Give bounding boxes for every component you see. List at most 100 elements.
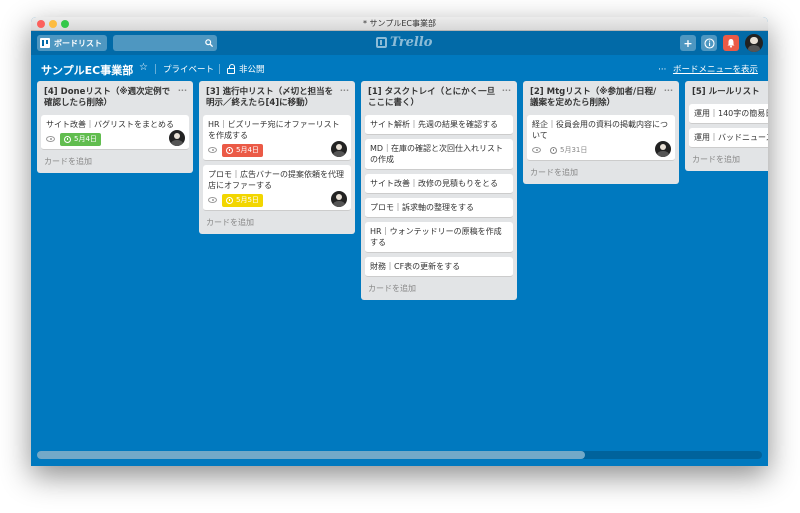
card-title: MD｜在庫の確認と次回仕入れリストの作成 [370, 144, 504, 164]
member-avatar[interactable] [331, 191, 347, 207]
more-icon: ··· [658, 65, 667, 75]
notifications-button[interactable] [723, 35, 739, 51]
list-header[interactable]: [2] Mtgリスト（※参加者/日程/議案を定めたら削除） ··· [527, 85, 675, 111]
clock-icon [226, 146, 233, 154]
due-date-badge[interactable]: 5月31日 [546, 144, 591, 157]
search-icon[interactable] [205, 39, 213, 47]
card[interactable]: サイト解析｜先週の結果を確認する [365, 115, 513, 135]
add-card-button[interactable]: カードを追加 [365, 277, 513, 297]
due-date-text: 5月4日 [236, 145, 259, 154]
list-menu-icon[interactable]: ··· [664, 85, 673, 96]
card-title: 運用｜140字の簡易日報を作成する [694, 109, 768, 118]
horizontal-scrollbar[interactable] [37, 451, 762, 459]
user-avatar[interactable] [745, 34, 763, 52]
card-title: HR｜ウォンテッドリーの原稿を作成する [370, 227, 502, 247]
clock-icon [64, 135, 71, 143]
lock-icon [227, 63, 235, 74]
info-button[interactable] [701, 35, 717, 51]
due-date-badge[interactable]: 5月5日 [222, 193, 263, 207]
team-visibility-button[interactable]: プライベート [163, 63, 214, 75]
card[interactable]: プロモ｜訴求軸の整理をする [365, 198, 513, 218]
card-badges: 5月31日 [532, 144, 670, 156]
list-header[interactable]: [4] Doneリスト（※週次定例で確認したら削除） ··· [41, 85, 189, 111]
card[interactable]: サイト改善｜バグリストをまとめる 5月4日 [41, 115, 189, 150]
trello-logo-icon [376, 37, 387, 48]
card[interactable]: HR｜ウォンテッドリーの原稿を作成する [365, 222, 513, 253]
list: [3] 進行中リスト（〆切と担当を明示／終えたら[4]に移動） ··· HR｜ビ… [199, 81, 355, 234]
list-title[interactable]: [1] タスクトレイ（とにかく一旦ここに書く） [368, 87, 495, 108]
add-card-button[interactable]: カードを追加 [689, 148, 768, 168]
card-title: 財務｜CF表の更新をする [370, 262, 461, 271]
list: [2] Mtgリスト（※参加者/日程/議案を定めたら削除） ··· 経企｜役員会… [523, 81, 679, 184]
list-header[interactable]: [1] タスクトレイ（とにかく一旦ここに書く） ··· [365, 85, 513, 111]
due-date-text: 5月5日 [236, 195, 259, 204]
divider [155, 64, 156, 74]
card-title: 運用｜バッドニュースは即共有する [694, 133, 768, 142]
card-badges: 5月4日 [208, 143, 346, 157]
card-title: プロモ｜訴求軸の整理をする [370, 203, 474, 212]
window-title: * サンプルEC事業部 [363, 19, 436, 28]
card[interactable]: プロモ｜広告バナーの提案依頼を代理店にオファーする 5月5日 [203, 165, 351, 211]
watch-icon [208, 147, 217, 153]
list-header[interactable]: [5] ルールリスト [689, 85, 768, 100]
card-title: サイト改善｜改修の見積もりをとる [370, 179, 498, 188]
boards-icon [40, 38, 50, 48]
card[interactable]: 運用｜140字の簡易日報を作成する [689, 104, 768, 124]
card[interactable]: 運用｜バッドニュースは即共有する [689, 128, 768, 148]
board-header: サンプルEC事業部 ☆ プライベート 非公開 ··· ボードメニューを表示 [31, 55, 768, 81]
search-input[interactable] [113, 35, 217, 51]
list: [1] タスクトレイ（とにかく一旦ここに書く） ··· サイト解析｜先週の結果を… [361, 81, 517, 300]
star-icon[interactable]: ☆ [139, 62, 148, 73]
card[interactable]: 財務｜CF表の更新をする [365, 257, 513, 277]
add-button[interactable]: + [680, 35, 696, 51]
card[interactable]: 経企｜役員会用の資料の掲載内容について 5月31日 [527, 115, 675, 161]
card[interactable]: MD｜在庫の確認と次回仕入れリストの作成 [365, 139, 513, 170]
board-title[interactable]: サンプルEC事業部 [41, 62, 133, 78]
card-title: プロモ｜広告バナーの提案依頼を代理店にオファーする [208, 170, 344, 190]
clock-icon [226, 196, 233, 204]
show-menu-button[interactable]: ··· ボードメニューを表示 [658, 63, 758, 75]
member-avatar[interactable] [169, 130, 185, 146]
member-avatar[interactable] [331, 141, 347, 157]
trello-logo[interactable]: Trello [376, 35, 432, 50]
card[interactable]: HR｜ビズリーチ宛にオファーリストを作成する 5月4日 [203, 115, 351, 161]
list: [4] Doneリスト（※週次定例で確認したら削除） ··· サイト改善｜バグリ… [37, 81, 193, 173]
card[interactable]: サイト改善｜改修の見積もりをとる [365, 174, 513, 194]
due-date-badge[interactable]: 5月4日 [222, 143, 263, 157]
watch-icon [208, 197, 217, 203]
add-card-button[interactable]: カードを追加 [203, 211, 351, 231]
app-window: * サンプルEC事業部 ボードリスト Trello + サンプルEC事業部 ☆ … [31, 17, 768, 466]
boards-button-label: ボードリスト [54, 38, 102, 48]
due-date-text: 5月31日 [560, 145, 588, 154]
card-title: 経企｜役員会用の資料の掲載内容について [532, 120, 668, 140]
scrollbar-thumb[interactable] [37, 451, 585, 459]
card-badges: 5月5日 [208, 193, 346, 207]
title-bar: * サンプルEC事業部 [31, 17, 768, 31]
visibility-label: 非公開 [239, 65, 265, 75]
list-menu-icon[interactable]: ··· [340, 85, 349, 96]
card-title: サイト解析｜先週の結果を確認する [370, 120, 498, 129]
list-title[interactable]: [3] 進行中リスト（〆切と担当を明示／終えたら[4]に移動） [206, 87, 333, 108]
due-date-text: 5月4日 [74, 134, 97, 143]
due-date-badge[interactable]: 5月4日 [60, 132, 101, 146]
list-header[interactable]: [3] 進行中リスト（〆切と担当を明示／終えたら[4]に移動） ··· [203, 85, 351, 111]
lists-container: [4] Doneリスト（※週次定例で確認したら削除） ··· サイト改善｜バグリ… [37, 81, 768, 441]
visibility-button[interactable]: 非公開 [227, 63, 265, 75]
list-menu-icon[interactable]: ··· [178, 85, 187, 96]
member-avatar[interactable] [655, 141, 671, 157]
show-menu-label: ボードメニューを表示 [672, 65, 758, 75]
bell-icon [727, 39, 735, 48]
info-icon [703, 37, 715, 49]
add-card-button[interactable]: カードを追加 [527, 161, 675, 181]
list-menu-icon[interactable]: ··· [502, 85, 511, 96]
list-title[interactable]: [4] Doneリスト（※週次定例で確認したら削除） [44, 87, 170, 108]
watch-icon [532, 147, 541, 153]
list-title[interactable]: [5] ルールリスト [692, 87, 760, 97]
watch-icon [46, 136, 55, 142]
add-card-button[interactable]: カードを追加 [41, 150, 189, 170]
boards-button[interactable]: ボードリスト [37, 35, 107, 51]
clock-icon [550, 146, 557, 154]
top-header: ボードリスト Trello + [31, 31, 768, 55]
list-title[interactable]: [2] Mtgリスト（※参加者/日程/議案を定めたら削除） [530, 87, 656, 108]
divider [219, 64, 220, 74]
